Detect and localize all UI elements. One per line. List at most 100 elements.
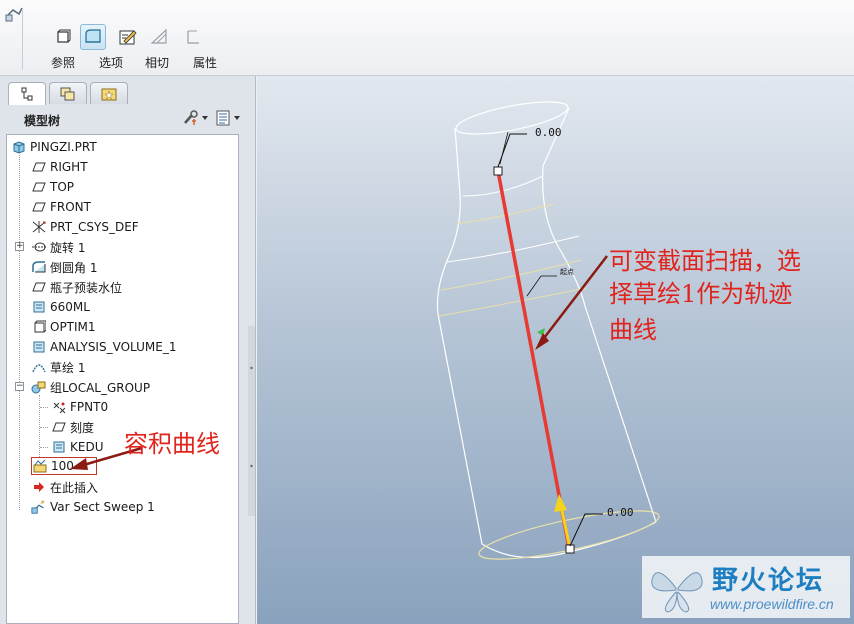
group-icon — [31, 379, 47, 395]
butterfly-logo-icon — [651, 572, 703, 613]
optim-icon — [31, 319, 47, 335]
panel-sash[interactable] — [248, 326, 255, 516]
tree-node-label: 旋转 1 — [50, 240, 86, 255]
tree-node-label: TOP — [50, 180, 75, 194]
tree-node-front[interactable]: FRONT — [31, 197, 91, 217]
tree-guide — [40, 407, 48, 408]
analysis-icon — [51, 439, 67, 455]
tree-tools — [182, 108, 240, 128]
dimension-top-value[interactable]: 0.00 — [535, 126, 562, 139]
properties-button[interactable] — [180, 24, 206, 50]
tree-node-label: PRT_CSYS_DEF — [50, 220, 139, 234]
dimension-bottom-value[interactable]: 0.00 — [607, 506, 634, 519]
round-icon — [31, 259, 47, 275]
tree-node-660ml[interactable]: 660ML — [31, 297, 90, 317]
tree-node-var-sect-sweep[interactable]: Var Sect Sweep 1 — [31, 497, 155, 517]
dimension-bottom[interactable]: 0.00 — [569, 506, 634, 547]
tree-node-label: 在此插入 — [50, 480, 99, 495]
trajectory-line[interactable] — [496, 170, 571, 549]
tree-node-insert-here[interactable]: 在此插入 — [31, 477, 98, 497]
datum-plane-icon — [31, 159, 47, 175]
tree-node-label: FPNT0 — [70, 400, 109, 414]
graph-icon — [32, 458, 48, 474]
tree-node-label: ANALYSIS_VOLUME_1 — [50, 340, 177, 354]
sketch-icon — [31, 359, 47, 375]
tree-node-sketch1[interactable]: 草绘 1 — [31, 357, 85, 377]
tangency-button[interactable] — [146, 24, 172, 50]
tree-node-csys[interactable]: PRT_CSYS_DEF — [31, 217, 139, 237]
favorites-tab-icon — [101, 88, 117, 100]
tree-node-label: OPTIM1 — [50, 320, 96, 334]
tree-guide — [19, 155, 20, 510]
tree-node-label: 倒圆角 1 — [50, 260, 98, 275]
trajectory-end-handle[interactable] — [493, 166, 503, 176]
model-tree-tab-icon — [21, 87, 33, 101]
tree-node-label: RIGHT — [50, 160, 88, 174]
datum-plane-icon — [31, 179, 47, 195]
tree-node-part[interactable]: PINGZI.PRT — [11, 137, 97, 157]
tree-node-label: 660ML — [50, 300, 90, 314]
tree-node-water-plane[interactable]: 瓶子预装水位 — [31, 277, 122, 297]
tree-node-100[interactable]: 100 — [31, 457, 97, 475]
tree-node-revolve[interactable]: 旋转 1 — [31, 237, 85, 257]
tree-show-button[interactable] — [214, 109, 240, 127]
analysis-icon — [31, 339, 47, 355]
options-button[interactable] — [80, 24, 106, 50]
tree-node-label: 瓶子预装水位 — [50, 280, 123, 295]
sketch-edit-button[interactable] — [115, 24, 141, 50]
expand-toggle-group[interactable]: − — [15, 382, 24, 391]
tree-node-scale[interactable]: 刻度 — [51, 417, 94, 437]
part-icon — [11, 139, 27, 155]
datum-plane-icon — [51, 419, 67, 435]
feature-dashboard: 参照 选项 相切 属性 — [0, 0, 854, 76]
options-label[interactable]: 选项 — [91, 54, 131, 71]
bottle-scene: 0.00 0.00 起点 可变截面扫描，选 择草绘1作为轨迹 曲线 — [436, 101, 801, 560]
properties-label[interactable]: 属性 — [185, 54, 225, 71]
dashboard-separator — [22, 10, 23, 70]
watermark-title: 野火论坛 — [712, 566, 825, 596]
chevron-down-icon — [234, 116, 240, 120]
annotation-sweep-line3: 曲线 — [609, 316, 657, 344]
tangency-icon — [150, 28, 167, 44]
tab-model-tree[interactable] — [8, 82, 46, 105]
properties-icon — [187, 30, 199, 44]
tree-node-local-group[interactable]: 组LOCAL_GROUP — [31, 377, 150, 397]
sketch-edit-icon — [119, 30, 137, 45]
tree-guide — [40, 427, 48, 428]
origin-arrow[interactable] — [554, 494, 571, 545]
tree-node-label: 刻度 — [70, 420, 95, 435]
expand-toggle-revolve[interactable]: + — [15, 242, 24, 251]
annotation-sweep-line1: 可变截面扫描，选 — [609, 247, 801, 275]
tree-node-label: KEDU — [70, 440, 104, 454]
graphics-window[interactable]: 0.00 0.00 起点 可变截面扫描，选 择草绘1作为轨迹 曲线 — [257, 76, 854, 624]
tree-settings-button[interactable] — [182, 109, 208, 127]
tree-node-top[interactable]: TOP — [31, 177, 74, 197]
tree-node-round[interactable]: 倒圆角 1 — [31, 257, 97, 277]
tab-favorites[interactable] — [90, 82, 128, 104]
tree-node-label: PINGZI.PRT — [30, 140, 97, 154]
references-button[interactable] — [50, 24, 76, 50]
watermark-url: www.proewildfire.cn — [710, 596, 834, 612]
tree-node-right[interactable]: RIGHT — [31, 157, 88, 177]
annotation-volume-curve: 容积曲线 — [124, 430, 220, 458]
model-tree-header: 模型树 — [6, 104, 242, 132]
tree-node-analysis-volume[interactable]: ANALYSIS_VOLUME_1 — [31, 337, 176, 357]
forum-watermark: 野火论坛 www.proewildfire.cn — [642, 556, 850, 618]
tree-node-fpnt0[interactable]: FPNT0 — [51, 397, 108, 417]
tree-node-kedu[interactable]: KEDU — [51, 437, 103, 457]
navigator-tabs — [6, 80, 246, 105]
model-tree-title: 模型树 — [24, 114, 61, 128]
references-label[interactable]: 参照 — [43, 54, 83, 71]
layers-tab-icon — [60, 87, 75, 100]
settings-icon — [184, 110, 198, 125]
model-tree: + − PINGZI.PRT RIGHT TOP FRONT PRT_CSYS_… — [6, 134, 239, 624]
datum-plane-icon — [31, 199, 47, 215]
tangency-label[interactable]: 相切 — [137, 54, 177, 71]
insert-arrow-icon — [31, 479, 47, 495]
references-icon — [57, 29, 71, 43]
tree-node-optim1[interactable]: OPTIM1 — [31, 317, 96, 337]
trajectory-start-handle[interactable] — [565, 544, 575, 554]
csys-icon — [31, 219, 47, 235]
navigator-panel: 模型树 + − PINGZI.PRT RIGHT TOP FRONT PRT_C… — [0, 76, 256, 624]
tab-layers[interactable] — [49, 82, 87, 104]
